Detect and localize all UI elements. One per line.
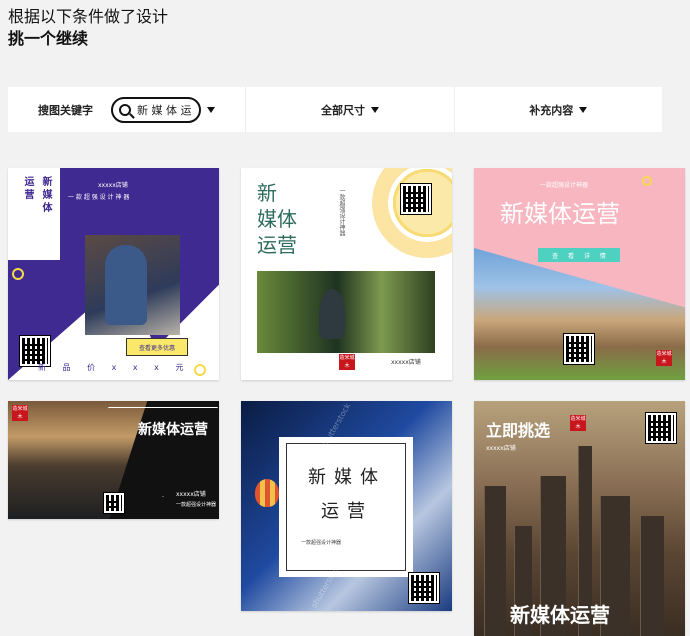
- building-shape: [484, 486, 506, 636]
- qr-code-icon: [645, 412, 677, 444]
- card-title-bottom: 新媒体运营: [510, 603, 610, 627]
- card-vertical-text: 运营: [22, 176, 33, 202]
- filter-bar: 搜图关键字 新 媒 体 运 全部尺寸 补充内容: [8, 87, 662, 132]
- search-icon: [119, 103, 131, 116]
- card-vertical-subtitle: 一款超强设计神器: [338, 188, 345, 236]
- chevron-down-icon[interactable]: [207, 106, 215, 113]
- content-filter-dropdown[interactable]: 补充内容: [455, 87, 662, 132]
- card-title: 新媒体运营: [138, 422, 208, 438]
- card-badge: 查 看 详 情: [538, 248, 620, 262]
- design-card-6[interactable]: 立即挑选 xxxxx店铺 造米城木 新媒体运营: [474, 401, 685, 636]
- design-card-1[interactable]: 运营 新媒体 xxxxx店铺 一 款 超 强 设 计 神 器 查看更多优惠 新 …: [8, 168, 219, 380]
- card-title-line: 新: [257, 181, 277, 205]
- card-title-line: 媒体: [257, 207, 297, 231]
- content-label: 补充内容: [529, 103, 574, 117]
- card-vertical-text: 新媒体: [40, 176, 51, 215]
- heron-image: [319, 289, 345, 339]
- size-label: 全部尺寸: [320, 103, 365, 117]
- qr-code-icon: [563, 333, 595, 365]
- card-subtitle: 一 款 超 强 设 计 神 器: [68, 194, 130, 201]
- card-subtitle: 一款超强设计神器: [301, 540, 342, 546]
- qr-code-icon: [400, 183, 432, 215]
- card-photo: [257, 271, 435, 353]
- card-subtitle: 一款超强设计神器: [540, 182, 589, 189]
- card-badge: 查看更多优惠: [126, 338, 188, 356]
- person-image: [105, 245, 147, 325]
- card-shop-text: xxxxx店铺: [391, 359, 421, 366]
- card-subtitle: 一款超强设计神器: [176, 502, 217, 508]
- card-shop-text: xxxxx店铺: [486, 445, 516, 452]
- card-photo: [85, 235, 180, 335]
- card-title: 新 媒体 运营: [257, 180, 297, 258]
- instruction-line-2: 挑一个继续: [8, 29, 89, 48]
- design-card-3[interactable]: 一款超强设计神器 新媒体运营 查 看 详 情 造米城木: [474, 168, 685, 380]
- circle-decoration-icon: [12, 268, 24, 280]
- keyword-filter: 搜图关键字 新 媒 体 运: [8, 87, 247, 132]
- circle-decoration-icon: [194, 364, 206, 376]
- hot-air-balloon-image: [255, 479, 279, 507]
- header: 根据以下条件做了设计 挑一个继续: [8, 6, 168, 50]
- building-shape: [640, 516, 664, 636]
- chevron-down-icon: [579, 106, 588, 113]
- card-shop-text: xxxxx店铺: [98, 182, 128, 189]
- size-filter-dropdown[interactable]: 全部尺寸: [246, 87, 455, 132]
- design-card-4[interactable]: 新媒体运营 造米城木 xxxxx店铺 一款超强设计神器: [8, 401, 219, 519]
- card-title: 新媒体运营: [500, 200, 620, 228]
- card-title: 新媒体运营: [308, 467, 386, 522]
- card-price: 新 品 价 x x x 元: [38, 363, 184, 372]
- qr-code-icon: [103, 492, 125, 514]
- card-shop-text: xxxxx店铺: [176, 491, 206, 498]
- design-card-2[interactable]: 新 媒体 运营 一款超强设计神器 造米城木 xxxxx店铺: [241, 168, 452, 380]
- keyword-search-input[interactable]: 新 媒 体 运: [111, 96, 201, 123]
- seal-stamp-icon: 造米城木: [339, 354, 355, 370]
- instruction-line-1: 根据以下条件做了设计: [8, 7, 169, 26]
- design-card-5[interactable]: 新媒体运营 一款超强设计神器 shutterstock shutterstock: [241, 401, 452, 611]
- card-title: 立即挑选: [486, 421, 551, 440]
- keyword-value: 新 媒 体 运: [137, 103, 192, 117]
- seal-stamp-icon: 造米城木: [656, 350, 672, 366]
- qr-code-icon: [408, 572, 440, 604]
- card-title-line: 运营: [257, 233, 297, 257]
- seal-stamp-icon: 造米城木: [12, 405, 28, 421]
- keyword-label: 搜图关键字: [38, 103, 93, 117]
- circle-decoration-icon: [642, 176, 652, 186]
- seal-stamp-icon: 造米城木: [570, 415, 586, 431]
- chevron-down-icon: [370, 106, 379, 113]
